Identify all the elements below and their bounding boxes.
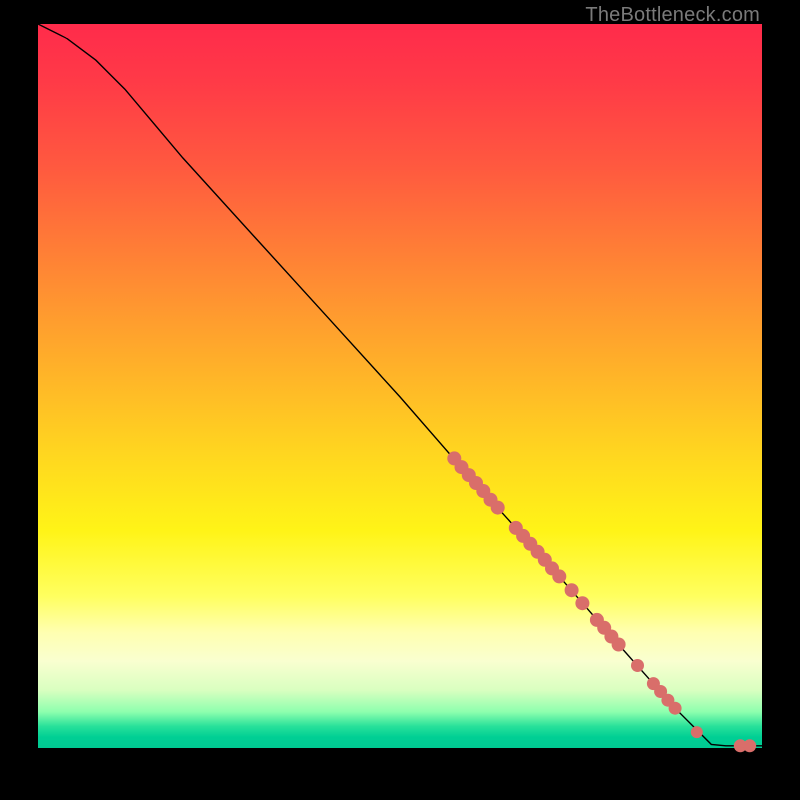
data-marker bbox=[631, 659, 644, 672]
data-marker bbox=[743, 739, 756, 752]
data-marker bbox=[565, 583, 579, 597]
chart-svg bbox=[38, 24, 762, 748]
data-marker bbox=[669, 702, 682, 715]
data-markers bbox=[447, 451, 756, 752]
data-marker bbox=[575, 596, 589, 610]
curve-line bbox=[38, 24, 762, 746]
chart-area bbox=[38, 24, 762, 748]
data-marker bbox=[552, 569, 566, 583]
data-marker bbox=[691, 726, 703, 738]
data-marker bbox=[612, 638, 626, 652]
data-marker bbox=[491, 501, 505, 515]
